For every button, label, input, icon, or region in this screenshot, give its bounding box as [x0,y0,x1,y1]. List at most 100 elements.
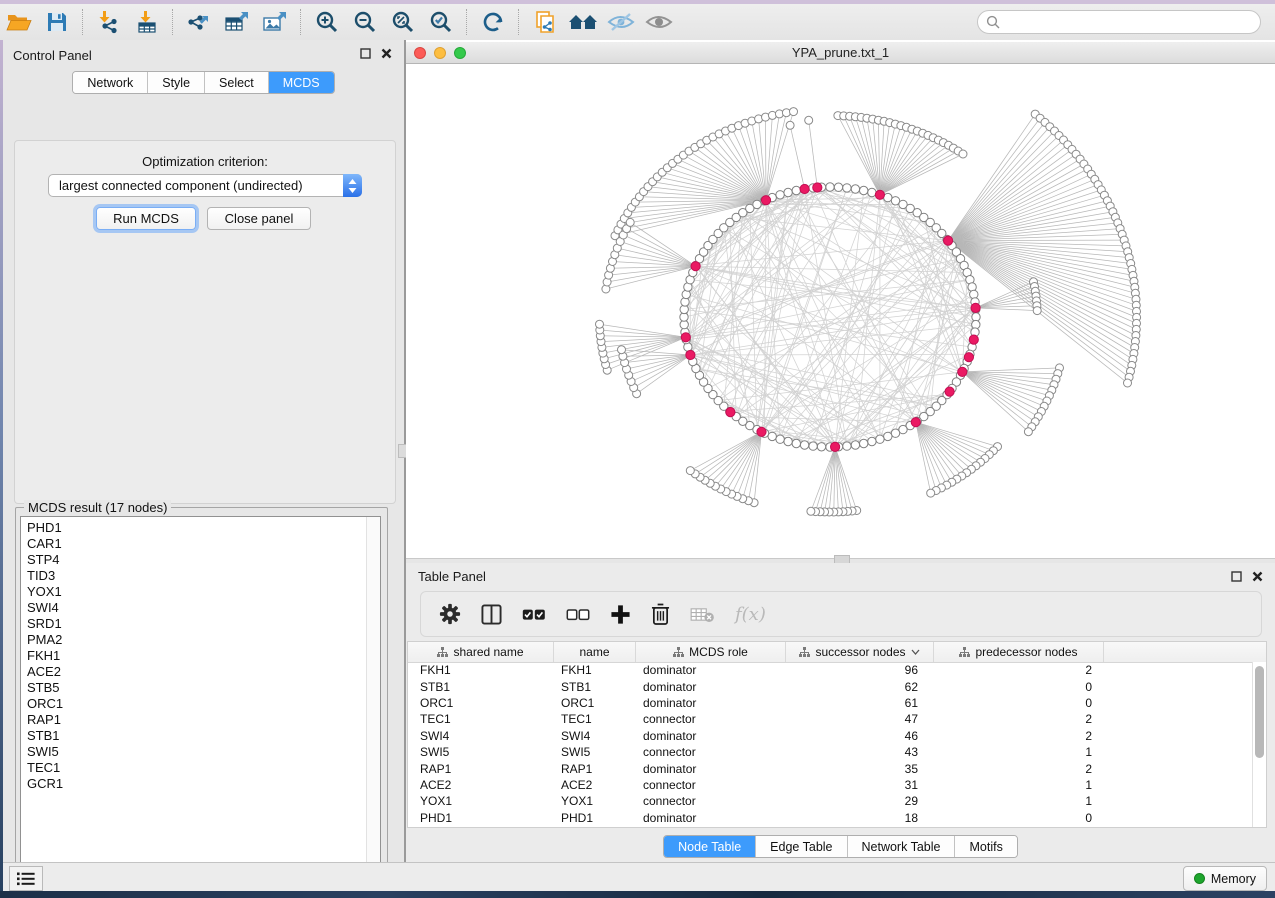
mcds-result-item[interactable]: ACE2 [27,664,380,680]
float-panel-icon[interactable] [360,48,371,59]
table-cell[interactable]: 0 [934,696,1104,710]
first-neighbors-button[interactable] [564,7,602,37]
table-cell[interactable]: SWI5 [554,745,636,759]
table-cell[interactable]: dominator [636,663,786,677]
table-row[interactable]: ORC1ORC1dominator610 [408,695,1253,711]
table-cell[interactable]: 18 [786,811,934,825]
table-cell[interactable]: 96 [786,663,934,677]
add-column-plus-icon[interactable] [610,604,631,625]
mcds-result-item[interactable]: SWI4 [27,600,380,616]
mcds-result-list[interactable]: PHD1CAR1STP4TID3YOX1SWI4SRD1PMA2FKH1ACE2… [20,516,381,873]
mcds-result-item[interactable]: YOX1 [27,584,380,600]
table-cell[interactable]: dominator [636,680,786,694]
close-panel-button[interactable]: Close panel [207,207,311,230]
export-table-button[interactable] [218,7,256,37]
table-cell[interactable]: connector [636,794,786,808]
mcds-result-item[interactable]: TEC1 [27,760,380,776]
table-cell[interactable]: 47 [786,712,934,726]
close-panel-icon[interactable] [381,48,392,59]
table-cell[interactable]: TEC1 [408,712,554,726]
table-cell[interactable]: dominator [636,811,786,825]
table-cell[interactable]: 1 [934,778,1104,792]
zoom-out-button[interactable] [346,7,384,37]
table-cell[interactable]: ACE2 [554,778,636,792]
mcds-result-item[interactable]: PMA2 [27,632,380,648]
float-table-panel-icon[interactable] [1231,571,1242,582]
optimization-criterion-dropdown[interactable]: largest connected component (undirected) [48,174,362,197]
tab-node-table[interactable]: Node Table [664,836,755,857]
open-file-button[interactable] [0,7,38,37]
table-row[interactable]: YOX1YOX1connector291 [408,793,1253,809]
table-cell[interactable]: dominator [636,729,786,743]
table-cell[interactable]: dominator [636,696,786,710]
select-all-icon[interactable] [522,607,546,621]
table-cell[interactable]: PHD1 [554,811,636,825]
table-cell[interactable]: TEC1 [554,712,636,726]
table-cell[interactable]: 62 [786,680,934,694]
tab-edge-table[interactable]: Edge Table [755,836,846,857]
apply-layout-button[interactable] [474,7,512,37]
mcds-result-item[interactable]: STB1 [27,728,380,744]
tab-select[interactable]: Select [204,72,268,93]
mcds-result-item[interactable]: TID3 [27,568,380,584]
memory-button[interactable]: Memory [1183,866,1267,891]
mcds-result-item[interactable]: SRD1 [27,616,380,632]
table-cell[interactable]: dominator [636,762,786,776]
table-cell[interactable]: YOX1 [554,794,636,808]
import-network-button[interactable] [90,7,128,37]
show-task-history-button[interactable] [9,866,43,891]
table-settings-gear-icon[interactable] [439,603,461,625]
table-cell[interactable]: PHD1 [408,811,554,825]
table-row[interactable]: FKH1FKH1dominator962 [408,662,1253,678]
tab-style[interactable]: Style [147,72,204,93]
search-input[interactable] [1006,14,1252,30]
table-cell[interactable]: STB1 [408,680,554,694]
table-cell[interactable]: RAP1 [554,762,636,776]
table-cell[interactable]: 1 [934,794,1104,808]
table-cell[interactable]: YOX1 [408,794,554,808]
column-chooser-icon[interactable] [481,604,502,625]
table-cell[interactable]: 43 [786,745,934,759]
export-network-button[interactable] [180,7,218,37]
table-cell[interactable]: RAP1 [408,762,554,776]
close-table-panel-icon[interactable] [1252,571,1263,582]
table-row[interactable]: ACE2ACE2connector311 [408,777,1253,793]
table-cell[interactable]: 2 [934,712,1104,726]
table-cell[interactable]: ORC1 [554,696,636,710]
table-cell[interactable]: connector [636,712,786,726]
table-scrollbar[interactable] [1252,662,1266,827]
network-graph[interactable] [406,64,1275,558]
tab-network-table[interactable]: Network Table [847,836,955,857]
table-row[interactable]: TEC1TEC1connector472 [408,711,1253,727]
table-row[interactable]: RAP1RAP1dominator352 [408,760,1253,776]
mcds-result-item[interactable]: RAP1 [27,712,380,728]
table-cell[interactable]: ORC1 [408,696,554,710]
import-table-button[interactable] [128,7,166,37]
export-image-button[interactable] [256,7,294,37]
table-cell[interactable]: 0 [934,811,1104,825]
table-cell[interactable]: connector [636,745,786,759]
header-predecessor-nodes[interactable]: predecessor nodes [934,642,1104,662]
table-scrollbar-thumb[interactable] [1255,666,1264,758]
mcds-result-item[interactable]: SWI5 [27,744,380,760]
tab-motifs[interactable]: Motifs [954,836,1016,857]
header-successor-nodes[interactable]: successor nodes [786,642,934,662]
zoom-selected-button[interactable] [422,7,460,37]
header-mcds-role[interactable]: MCDS role [636,642,786,662]
header-shared-name[interactable]: shared name [408,642,554,662]
zoom-fit-button[interactable] [384,7,422,37]
tab-network[interactable]: Network [73,72,147,93]
table-cell[interactable]: 29 [786,794,934,808]
mcds-result-item[interactable]: PHD1 [27,520,380,536]
table-cell[interactable]: 2 [934,663,1104,677]
table-cell[interactable]: 2 [934,762,1104,776]
mcds-result-item[interactable]: ORC1 [27,696,380,712]
table-cell[interactable]: FKH1 [408,663,554,677]
tab-mcds[interactable]: MCDS [268,72,334,93]
table-cell[interactable]: SWI4 [408,729,554,743]
table-row[interactable]: SWI5SWI5connector431 [408,744,1253,760]
mcds-result-item[interactable]: STP4 [27,552,380,568]
hide-selected-button[interactable] [602,7,640,37]
table-cell[interactable]: 35 [786,762,934,776]
table-cell[interactable]: ACE2 [408,778,554,792]
